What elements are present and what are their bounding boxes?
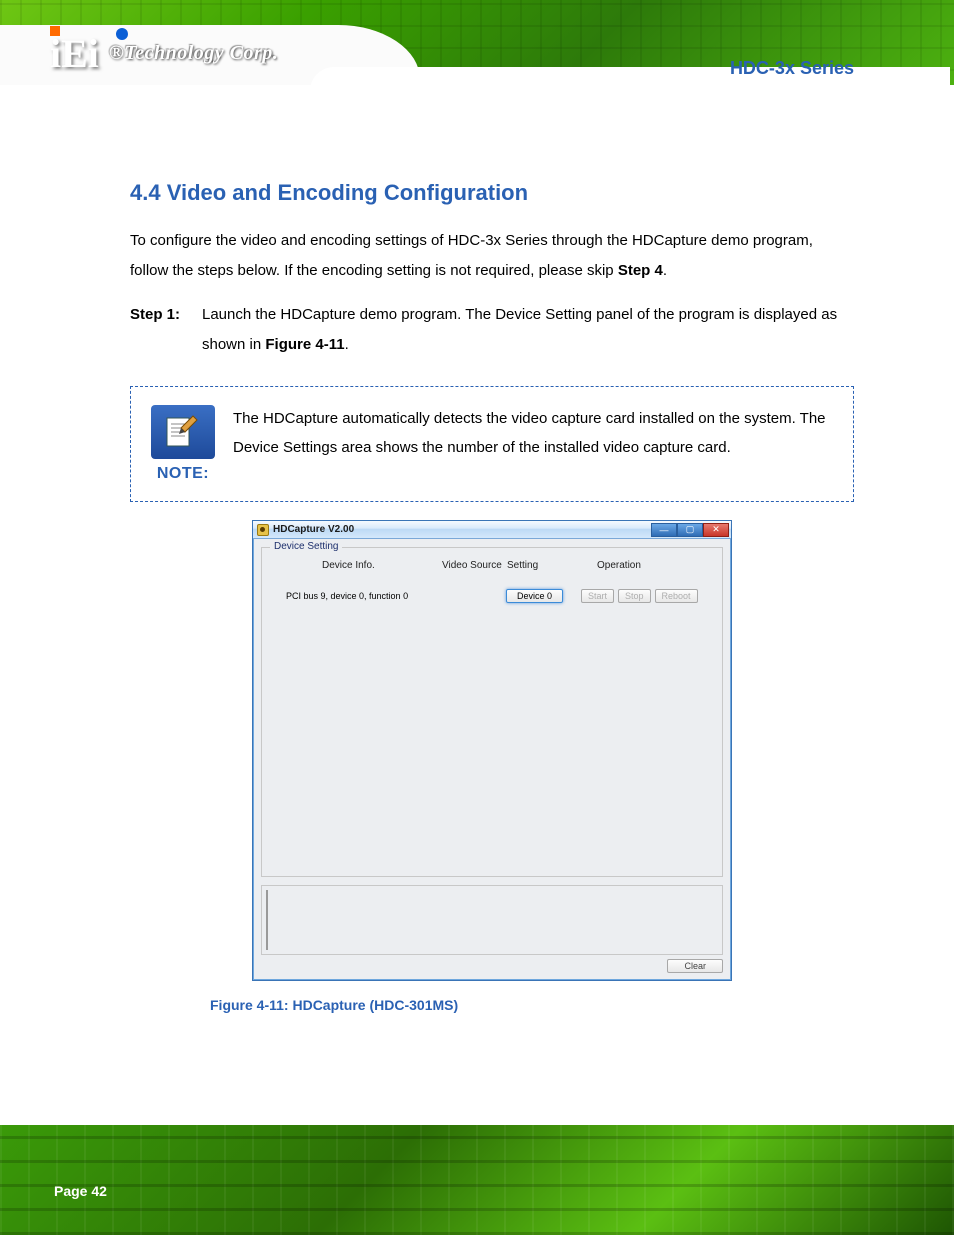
app-icon — [257, 524, 269, 536]
logo-iei-text: iEi — [50, 31, 99, 76]
note-label: NOTE: — [157, 465, 209, 483]
document-title: HDC-3x Series — [730, 58, 854, 79]
page-number: Page 42 — [54, 1183, 107, 1199]
close-button[interactable]: ✕ — [703, 523, 729, 537]
header-device-info: Device Info. — [322, 560, 442, 571]
step-1-body: Launch the HDCapture demo program. The D… — [202, 300, 854, 360]
intro-step-ref: Step 4 — [618, 262, 663, 279]
log-area — [261, 885, 723, 955]
logo-text: iEi — [50, 30, 99, 77]
logo: iEi ®Technology Corp. — [50, 30, 278, 77]
window-body: Device Setting Device Info. Video Source… — [253, 539, 731, 980]
note-icon — [151, 405, 215, 459]
intro-paragraph: To configure the video and encoding sett… — [130, 226, 854, 286]
group-title: Device Setting — [270, 541, 342, 552]
setting-cell: Device 0 — [506, 591, 581, 602]
header-video-source: Video Source — [442, 560, 507, 571]
header-swoosh-lower — [0, 85, 954, 115]
device-info-text: PCI bus 9, device 0, function 0 — [286, 591, 456, 601]
header-operation: Operation — [597, 560, 687, 571]
minimize-icon: — — [660, 525, 669, 535]
clear-button[interactable]: Clear — [667, 959, 723, 973]
note-icon-wrap: NOTE: — [151, 405, 215, 483]
device-row: PCI bus 9, device 0, function 0 Device 0… — [286, 589, 712, 603]
note-box: NOTE: The HDCapture automatically detect… — [130, 386, 854, 502]
logo-accent-orange — [50, 26, 60, 36]
note-text: The HDCapture automatically detects the … — [233, 405, 833, 462]
maximize-button[interactable]: ▢ — [677, 523, 703, 537]
titlebar-left: HDCapture V2.00 — [257, 524, 354, 536]
content-area: 4.4 Video and Encoding Configuration To … — [130, 180, 854, 1013]
start-button[interactable]: Start — [581, 589, 614, 603]
section-heading: 4.4 Video and Encoding Configuration — [130, 180, 854, 206]
clear-row: Clear — [261, 961, 723, 972]
maximize-icon: ▢ — [686, 524, 695, 535]
logo-tagline: ®Technology Corp. — [109, 42, 278, 65]
minimize-button[interactable]: — — [651, 523, 677, 537]
app-window: HDCapture V2.00 — ▢ ✕ Device Setting Dev… — [252, 520, 732, 981]
notepad-pencil-icon — [163, 414, 203, 450]
footer-band — [0, 1125, 954, 1235]
device-setting-group: Device Setting Device Info. Video Source… — [261, 547, 723, 877]
window-controls: — ▢ ✕ — [651, 523, 729, 537]
stop-button[interactable]: Stop — [618, 589, 651, 603]
device-0-button[interactable]: Device 0 — [506, 589, 563, 603]
column-headers: Device Info. Video Source Setting Operat… — [322, 560, 712, 571]
intro-tail: . — [663, 262, 667, 279]
header-setting: Setting — [507, 560, 597, 571]
titlebar[interactable]: HDCapture V2.00 — ▢ ✕ — [253, 521, 731, 539]
operation-cell: Start Stop Reboot — [581, 589, 698, 603]
step-1-fig-ref: Figure 4-11 — [265, 336, 344, 353]
step-1: Step 1: Launch the HDCapture demo progra… — [130, 300, 854, 360]
step-1-label: Step 1: — [130, 300, 202, 360]
figure-caption: Figure 4-11: HDCapture (HDC-301MS) — [210, 997, 854, 1013]
reboot-button[interactable]: Reboot — [655, 589, 698, 603]
close-icon: ✕ — [712, 524, 720, 535]
window-title: HDCapture V2.00 — [273, 524, 354, 535]
figure-wrap: HDCapture V2.00 — ▢ ✕ Device Setting Dev… — [130, 520, 854, 1013]
step-1-text-b: . — [345, 336, 349, 353]
logo-accent-blue — [116, 28, 128, 40]
intro-text: To configure the video and encoding sett… — [130, 232, 813, 279]
